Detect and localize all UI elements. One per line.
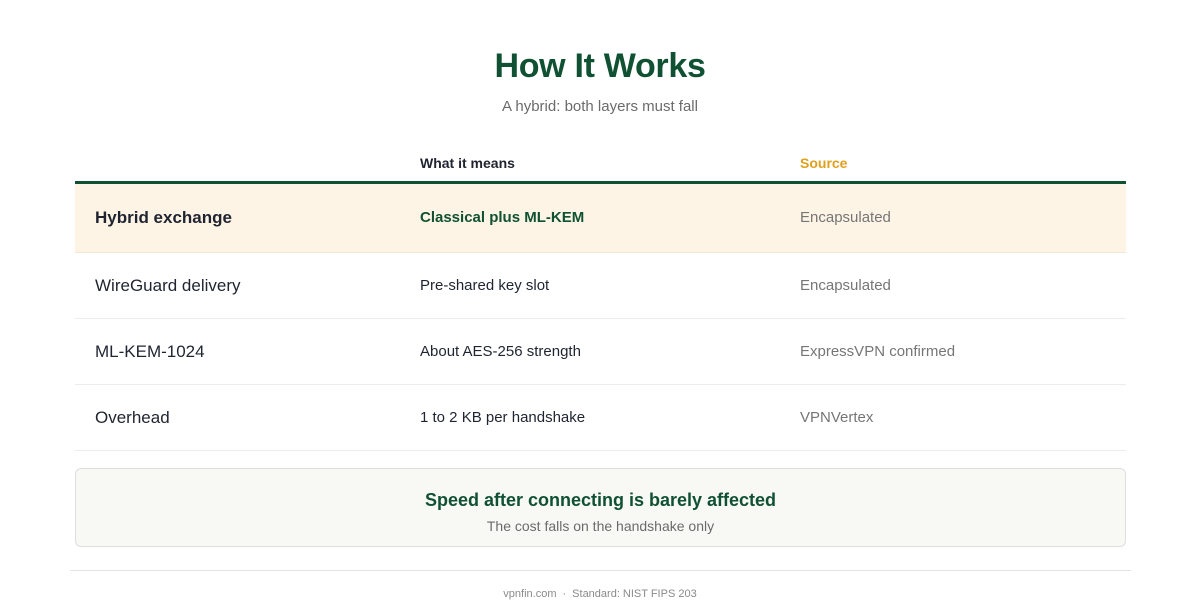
row-source: Encapsulated — [800, 209, 891, 226]
column-header-source: Source — [800, 155, 848, 171]
row-source: Encapsulated — [800, 276, 891, 294]
page-subtitle: A hybrid: both layers must fall — [502, 98, 698, 115]
comparison-table: What it means Source Hybrid exchange Cla… — [75, 150, 1126, 451]
row-meaning: 1 to 2 KB per handshake — [420, 408, 586, 426]
speed-callout: Speed after connecting is barely affecte… — [75, 468, 1126, 547]
row-meaning: About AES-256 strength — [420, 342, 581, 360]
column-header-meaning: What it means — [420, 155, 515, 171]
row-name: Hybrid exchange — [95, 208, 232, 227]
footer-site-link[interactable]: vpnfin.com — [503, 588, 556, 600]
footer-standard: Standard: NIST FIPS 203 — [572, 588, 697, 600]
table-row: Overhead 1 to 2 KB per handshake VPNVert… — [75, 385, 1126, 451]
row-name: WireGuard delivery — [95, 275, 241, 295]
row-meaning: Classical plus ML-KEM — [420, 209, 585, 226]
callout-title: Speed after connecting is barely affecte… — [424, 490, 777, 510]
row-name: Overhead — [95, 407, 170, 427]
page: How It Works A hybrid: both layers must … — [0, 0, 1200, 614]
footer-separator: · — [562, 588, 567, 600]
row-source: ExpressVPN confirmed — [800, 342, 956, 360]
table-row: ML-KEM-1024 About AES-256 strength Expre… — [75, 319, 1126, 385]
row-source: VPNVertex — [800, 408, 874, 426]
footer: vpnfin.com · Standard: NIST FIPS 203 — [0, 587, 1200, 601]
row-name: ML-KEM-1024 — [95, 341, 205, 361]
footer-divider — [70, 570, 1131, 571]
callout-subtitle: The cost falls on the handshake only — [486, 518, 715, 534]
page-title: How It Works — [494, 47, 706, 85]
row-meaning: Pre-shared key slot — [420, 276, 550, 294]
table-header: What it means Source — [75, 150, 1126, 184]
table-row: Hybrid exchange Classical plus ML-KEM En… — [75, 184, 1126, 253]
table-row: WireGuard delivery Pre-shared key slot E… — [75, 253, 1126, 319]
